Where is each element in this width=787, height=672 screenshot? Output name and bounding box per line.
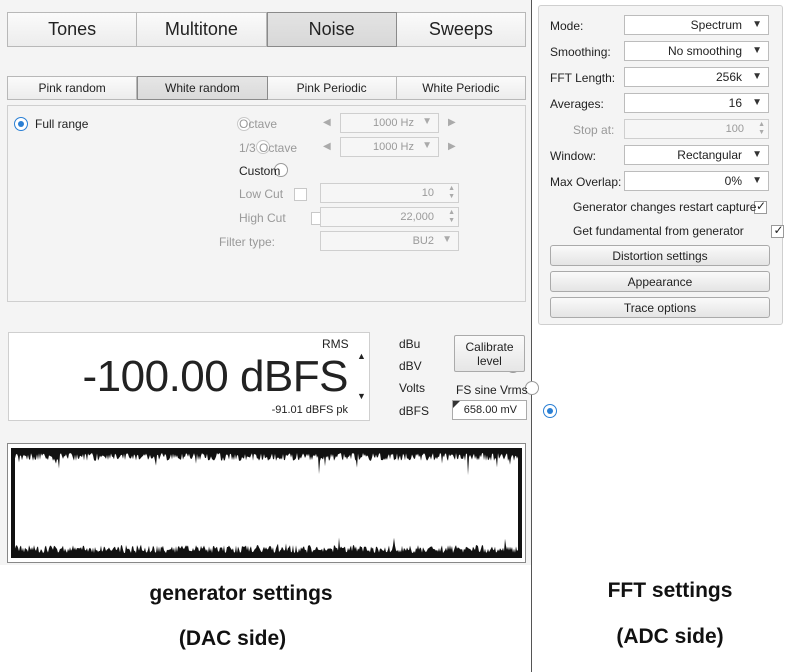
unit-volts-label: Volts (399, 381, 426, 395)
chevron-down-icon: ▼ (752, 149, 762, 160)
octave-select[interactable]: 1000 Hz ▼ (340, 113, 439, 133)
full-range-label: Full range (35, 117, 89, 131)
fs-sine-field[interactable]: 658.00 mV (452, 400, 527, 420)
chevron-down-icon: ▼ (442, 234, 452, 245)
octave-value: 1000 Hz (373, 117, 414, 129)
averages-select[interactable]: 16 ▼ (624, 93, 769, 113)
chevron-down-icon: ▼ (752, 45, 762, 56)
tab-noise[interactable]: Noise (266, 12, 397, 47)
divider (531, 0, 532, 672)
stop-at-value: 100 (725, 123, 744, 135)
level-up-icon[interactable]: ▲ (357, 351, 366, 361)
subtab-white-random[interactable]: White random (137, 76, 268, 100)
subtab-pink-random[interactable]: Pink random (7, 76, 138, 100)
trace-options-button[interactable]: Trace options (550, 297, 770, 318)
octave-next-icon[interactable]: ▶ (448, 117, 456, 128)
chevron-down-icon: ▼ (422, 140, 432, 151)
fs-sine-label: FS sine Vrms (456, 383, 528, 397)
third-octave-prev-icon[interactable]: ◀ (323, 141, 331, 152)
low-cut-value: 10 (421, 187, 434, 199)
high-cut-spinner[interactable]: 22,000 ▲ ▼ (320, 207, 459, 227)
high-cut-value: 22,000 (400, 211, 434, 223)
fs-sine-value: 658.00 mV (463, 404, 517, 416)
subtab-white-periodic[interactable]: White Periodic (396, 76, 526, 100)
corner-marker-icon (453, 401, 460, 408)
level-value[interactable]: -100.00 dBFS (20, 352, 349, 402)
filter-type-select[interactable]: BU2 ▼ (320, 231, 459, 251)
unit-dbfs-radio[interactable] (543, 404, 558, 418)
low-cut-label: Low Cut (239, 187, 284, 201)
noise-options-box (7, 105, 526, 302)
smoothing-select[interactable]: No smoothing ▼ (624, 41, 769, 61)
low-cut-checkbox[interactable] (293, 188, 307, 201)
right-caption-line2: (ADC side) (616, 625, 724, 648)
chevron-down-icon: ▼ (422, 116, 432, 127)
unit-dbv-label: dBV (399, 359, 422, 373)
octave-label: Octave (239, 117, 278, 131)
fft-length-value: 256k (715, 70, 742, 84)
calibrate-level-button[interactable]: Calibrate level (454, 335, 525, 372)
spinner-arrows-icon[interactable]: ▲ ▼ (448, 185, 455, 201)
stop-at-label: Stop at: (573, 123, 615, 137)
level-down-icon[interactable]: ▼ (357, 391, 366, 401)
left-caption-line1: generator settings (149, 582, 333, 605)
filter-type-value: BU2 (412, 235, 434, 247)
fft-length-label: FFT Length: (550, 71, 616, 85)
high-cut-label: High Cut (239, 211, 286, 225)
max-overlap-select[interactable]: 0% ▼ (624, 171, 769, 191)
max-overlap-value: 0% (724, 174, 742, 188)
chevron-down-icon: ▼ (752, 97, 762, 108)
chevron-down-icon: ▼ (752, 175, 762, 186)
unit-dbu-label: dBu (399, 337, 421, 351)
third-octave-label: 1/3 Octave (239, 141, 298, 155)
noise-waveform-display (7, 443, 526, 563)
gen-restart-label: Generator changes restart capture (573, 200, 757, 214)
left-caption-line2: (DAC side) (178, 627, 287, 650)
window-value: Rectangular (677, 148, 742, 162)
rms-label: RMS (322, 337, 349, 351)
max-overlap-label: Max Overlap: (550, 175, 622, 189)
smoothing-value: No smoothing (667, 44, 742, 58)
tab-multitone[interactable]: Multitone (137, 12, 267, 47)
mode-label: Mode: (550, 19, 584, 33)
tab-tones[interactable]: Tones (7, 12, 138, 47)
low-cut-spinner[interactable]: 10 ▲ ▼ (320, 183, 459, 203)
stop-at-spinner[interactable]: 100 ▲ ▼ (624, 119, 769, 139)
waveform-left-edge (11, 448, 15, 558)
filter-type-label: Filter type: (219, 235, 276, 249)
waveform-bottom-envelope (11, 537, 522, 558)
get-fundamental-checkbox[interactable] (771, 223, 785, 238)
mode-value: Spectrum (690, 18, 742, 32)
chevron-down-icon: ▼ (752, 19, 762, 30)
unit-dbfs-label: dBFS (399, 404, 430, 418)
waveform-top-envelope (11, 448, 522, 476)
smoothing-label: Smoothing: (550, 45, 611, 59)
waveform-right-edge (518, 448, 522, 558)
generator-tabs: Tones Multitone Noise Sweeps (7, 12, 526, 47)
window-label: Window: (550, 149, 597, 163)
third-octave-value: 1000 Hz (373, 141, 414, 153)
third-octave-next-icon[interactable]: ▶ (448, 141, 456, 152)
get-fundamental-label: Get fundamental from generator (573, 224, 744, 238)
fft-length-select[interactable]: 256k ▼ (624, 67, 769, 87)
full-range-radio[interactable] (14, 117, 28, 131)
appearance-button[interactable]: Appearance (550, 271, 770, 292)
octave-prev-icon[interactable]: ◀ (323, 117, 331, 128)
averages-value: 16 (728, 96, 742, 110)
tab-sweeps[interactable]: Sweeps (396, 12, 526, 47)
peak-value: -91.01 dBFS pk (271, 404, 348, 416)
right-caption-line1: FFT settings (607, 579, 733, 602)
spinner-arrows-icon[interactable]: ▲ ▼ (448, 209, 455, 225)
third-octave-select[interactable]: 1000 Hz ▼ (340, 137, 439, 157)
window-select[interactable]: Rectangular ▼ (624, 145, 769, 165)
subtab-pink-periodic[interactable]: Pink Periodic (267, 76, 397, 100)
averages-label: Averages: (550, 97, 604, 111)
distortion-settings-button[interactable]: Distortion settings (550, 245, 770, 266)
chevron-down-icon: ▼ (752, 71, 762, 82)
waveform-chart (11, 448, 522, 558)
spinner-arrows-icon[interactable]: ▲ ▼ (758, 121, 765, 137)
noise-type-tabs: Pink random White random Pink Periodic W… (7, 76, 526, 100)
custom-label: Custom (239, 164, 281, 178)
mode-select[interactable]: Spectrum ▼ (624, 15, 769, 35)
